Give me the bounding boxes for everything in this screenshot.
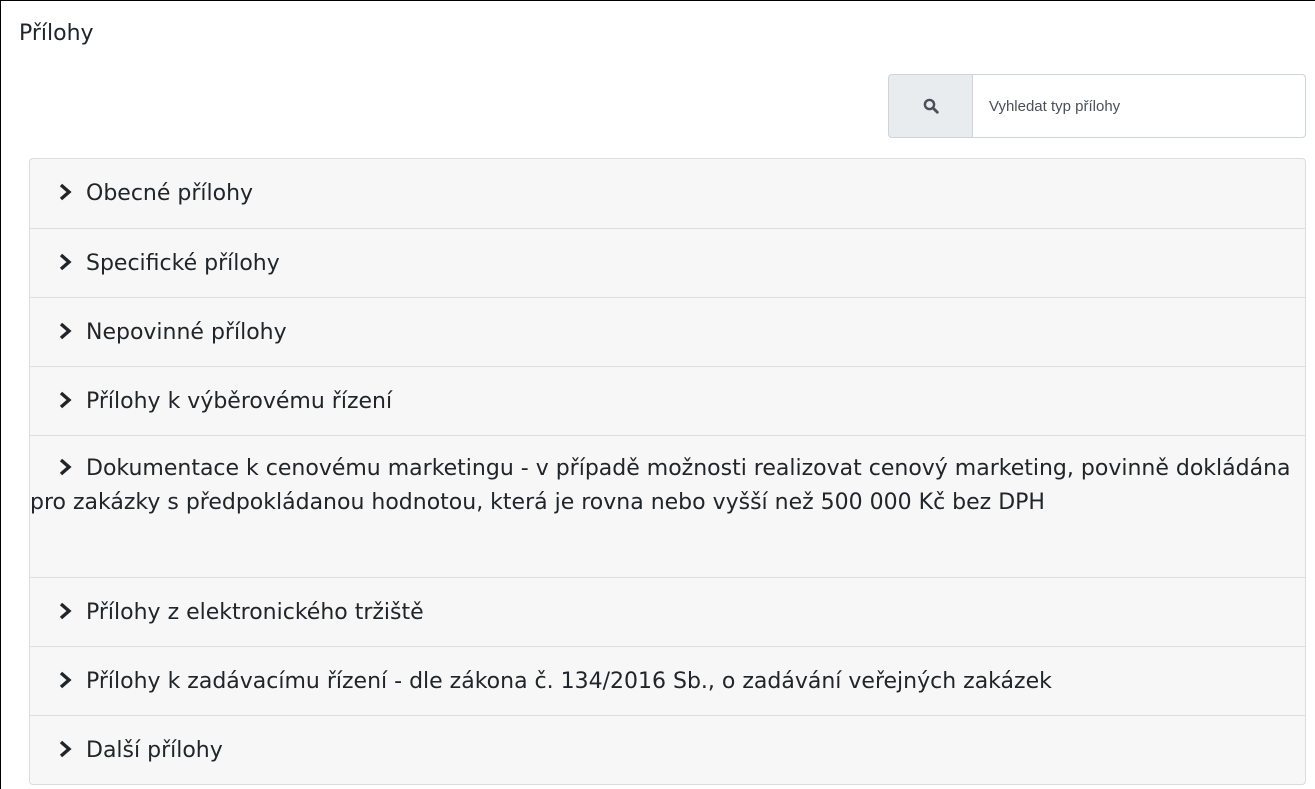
accordion-item-label: Přílohy k výběrovému řízení [86, 389, 393, 414]
section-title: Přílohy [19, 21, 94, 46]
chevron-right-icon [59, 253, 72, 271]
accordion-item-label: Přílohy z elektronického tržiště [86, 600, 424, 625]
chevron-right-icon [59, 391, 72, 409]
accordion-item-specificke[interactable]: Specifické přílohy [30, 228, 1305, 297]
accordion-item-label: Specifické přílohy [86, 251, 280, 276]
search-group [888, 74, 1306, 138]
attachments-panel: Přílohy Obecné přílohy Specifické příloh… [0, 0, 1315, 789]
accordion-item-vyberove-rizeni[interactable]: Přílohy k výběrovému řízení [30, 366, 1305, 435]
chevron-right-icon [59, 671, 72, 689]
accordion-item-zadavaci-rizeni[interactable]: Přílohy k zadávacímu řízení - dle zákona… [30, 646, 1305, 715]
attachments-accordion: Obecné přílohy Specifické přílohy Nepovi… [29, 158, 1306, 785]
top-border [0, 0, 1315, 1]
accordion-item-cenovy-marketing[interactable]: Dokumentace k cenovému marketingu - v př… [30, 435, 1305, 577]
chevron-right-icon [59, 322, 72, 340]
search-button[interactable] [888, 74, 972, 138]
chevron-right-icon [59, 602, 72, 620]
search-icon [923, 98, 939, 114]
accordion-item-label: Další přílohy [86, 738, 223, 763]
accordion-item-obecne[interactable]: Obecné přílohy [30, 159, 1305, 228]
chevron-right-icon [59, 183, 72, 201]
search-input[interactable] [972, 74, 1306, 138]
accordion-item-label: Dokumentace k cenovému marketingu - v př… [30, 456, 1291, 515]
accordion-item-elektronicke-trziste[interactable]: Přílohy z elektronického tržiště [30, 577, 1305, 646]
accordion-item-label: Nepovinné přílohy [86, 320, 287, 345]
accordion-item-label: Přílohy k zadávacímu řízení - dle zákona… [86, 669, 1052, 694]
chevron-right-icon [59, 458, 72, 476]
accordion-item-nepovinne[interactable]: Nepovinné přílohy [30, 297, 1305, 366]
left-border [0, 0, 1, 789]
accordion-item-label: Obecné přílohy [86, 181, 254, 206]
chevron-right-icon [59, 740, 72, 758]
accordion-item-dalsi[interactable]: Další přílohy [30, 715, 1305, 784]
